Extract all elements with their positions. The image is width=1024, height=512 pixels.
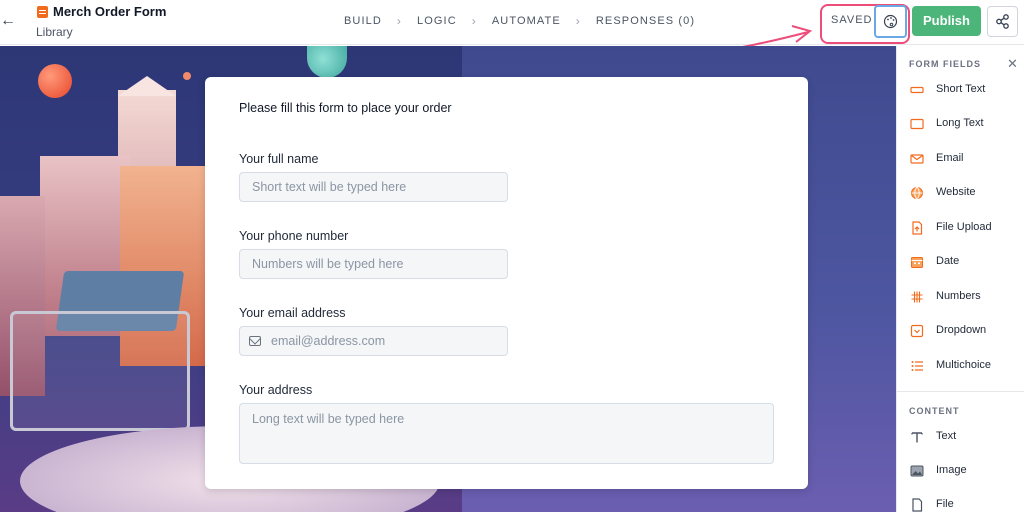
question-label[interactable]: Your full name — [239, 152, 318, 166]
theme-button[interactable] — [874, 5, 907, 38]
palette-icon — [883, 14, 898, 29]
breadcrumb-library[interactable]: Library — [36, 25, 73, 39]
content-file[interactable]: File — [897, 493, 1024, 512]
divider — [897, 391, 1024, 392]
share-icon — [996, 14, 1009, 29]
placeholder-text: email@address.com — [271, 334, 386, 348]
field-label: Numbers — [936, 290, 981, 302]
field-date[interactable]: Date — [897, 250, 1024, 274]
form-card: Please fill this form to place your orde… — [205, 77, 808, 489]
mail-icon — [249, 336, 261, 346]
form-intro-text[interactable]: Please fill this form to place your orde… — [239, 101, 452, 115]
form-fields-panel: FORM FIELDS ✕ Short Text Long Text Email… — [896, 46, 1024, 512]
placeholder-text: Numbers will be typed here — [252, 257, 404, 271]
content-label: Text — [936, 430, 957, 442]
publish-button[interactable]: Publish — [912, 6, 981, 36]
phone-number-input[interactable]: Numbers will be typed here — [239, 249, 508, 279]
content-label: File — [936, 498, 954, 510]
content-image[interactable]: Image — [897, 459, 1024, 483]
step-build[interactable]: BUILD — [344, 15, 382, 27]
decor-sphere — [183, 72, 191, 80]
short-text-icon — [910, 86, 924, 94]
form-title[interactable]: Merch Order Form — [53, 4, 166, 19]
field-website[interactable]: Website — [897, 181, 1024, 205]
field-long-text[interactable]: Long Text — [897, 112, 1024, 136]
content-text[interactable]: Text — [897, 425, 1024, 449]
close-icon[interactable]: ✕ — [1007, 56, 1018, 72]
field-numbers[interactable]: Numbers — [897, 285, 1024, 309]
field-short-text[interactable]: Short Text — [897, 78, 1024, 102]
chevron-right-icon: › — [575, 14, 581, 28]
back-arrow-icon[interactable]: ← — [0, 12, 16, 30]
field-label: Website — [936, 186, 976, 198]
step-nav: BUILD › LOGIC › AUTOMATE › RESPONSES (0) — [344, 14, 695, 28]
step-logic[interactable]: LOGIC — [417, 15, 457, 27]
field-label: Date — [936, 255, 960, 267]
field-file-upload[interactable]: File Upload — [897, 216, 1024, 240]
email-input[interactable]: email@address.com — [239, 326, 508, 356]
field-label: File Upload — [936, 221, 992, 233]
chevron-right-icon: › — [396, 14, 403, 28]
field-label: Multichoice — [936, 359, 992, 371]
decor-building — [118, 76, 176, 96]
content-label: Image — [936, 464, 967, 476]
calendar-icon — [911, 257, 923, 268]
field-dropdown[interactable]: Dropdown — [897, 319, 1024, 343]
file-icon — [912, 498, 923, 512]
form-fields-heading: FORM FIELDS — [909, 59, 981, 69]
step-automate[interactable]: AUTOMATE — [492, 15, 561, 27]
content-heading: CONTENT — [909, 406, 960, 416]
question-label[interactable]: Your phone number — [239, 229, 348, 243]
step-responses[interactable]: RESPONSES (0) — [596, 15, 695, 27]
file-upload-icon — [912, 221, 923, 235]
decor-shopping-cart — [10, 311, 190, 431]
field-multichoice[interactable]: Multichoice — [897, 354, 1024, 378]
form-icon — [37, 6, 48, 18]
long-text-icon — [910, 118, 924, 130]
question-label[interactable]: Your address — [239, 383, 312, 397]
field-email[interactable]: Email — [897, 147, 1024, 171]
question-label[interactable]: Your email address — [239, 306, 346, 320]
decor-sphere — [38, 64, 72, 98]
text-icon — [911, 432, 923, 443]
image-icon — [910, 465, 924, 477]
field-label: Long Text — [936, 117, 984, 129]
globe-icon — [911, 187, 923, 199]
saved-status: SAVED — [831, 14, 873, 26]
placeholder-text: Long text will be typed here — [252, 412, 405, 426]
field-label: Short Text — [936, 83, 986, 95]
placeholder-text: Short text will be typed here — [252, 180, 407, 194]
multichoice-icon — [911, 361, 923, 371]
full-name-input[interactable]: Short text will be typed here — [239, 172, 508, 202]
share-button[interactable] — [987, 6, 1018, 37]
numbers-icon — [911, 291, 923, 303]
address-textarea[interactable]: Long text will be typed here — [239, 403, 774, 464]
top-bar: ← Merch Order Form Library BUILD › LOGIC… — [0, 0, 1024, 56]
email-icon — [910, 154, 924, 164]
field-label: Email — [936, 152, 964, 164]
dropdown-icon — [910, 324, 924, 338]
field-label: Dropdown — [936, 324, 987, 336]
chevron-right-icon: › — [471, 14, 477, 28]
